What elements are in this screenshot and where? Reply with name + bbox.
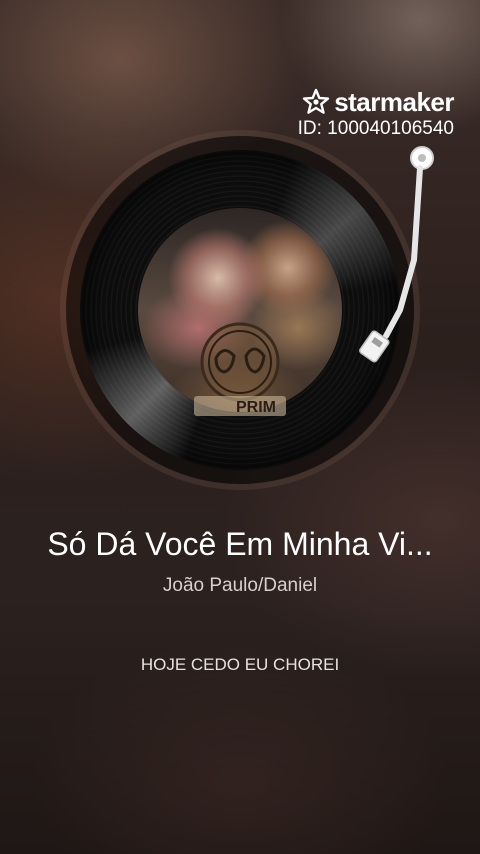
star-logo-icon [302,88,330,114]
starmaker-logo: starmaker [298,88,454,116]
song-title: Só Dá Você Em Minha Vi... [47,526,433,562]
artist-name: João Paulo/Daniel [162,575,318,596]
user-id-text: ID: 100040106540 [297,118,454,139]
starmaker-watermark: starmaker ID: 100040106540 [297,88,455,140]
album-label-text: PRIM [236,399,276,416]
tonearm [359,146,434,363]
current-lyric-line: HOJE CEDO EU CHOREI [140,655,340,674]
album-emblem-logo: PRIM [194,322,286,416]
starmaker-brand: starmaker [334,87,454,117]
player-screen: starmaker ID: 100040106540 PRIM Só Dá Vo… [0,0,480,854]
